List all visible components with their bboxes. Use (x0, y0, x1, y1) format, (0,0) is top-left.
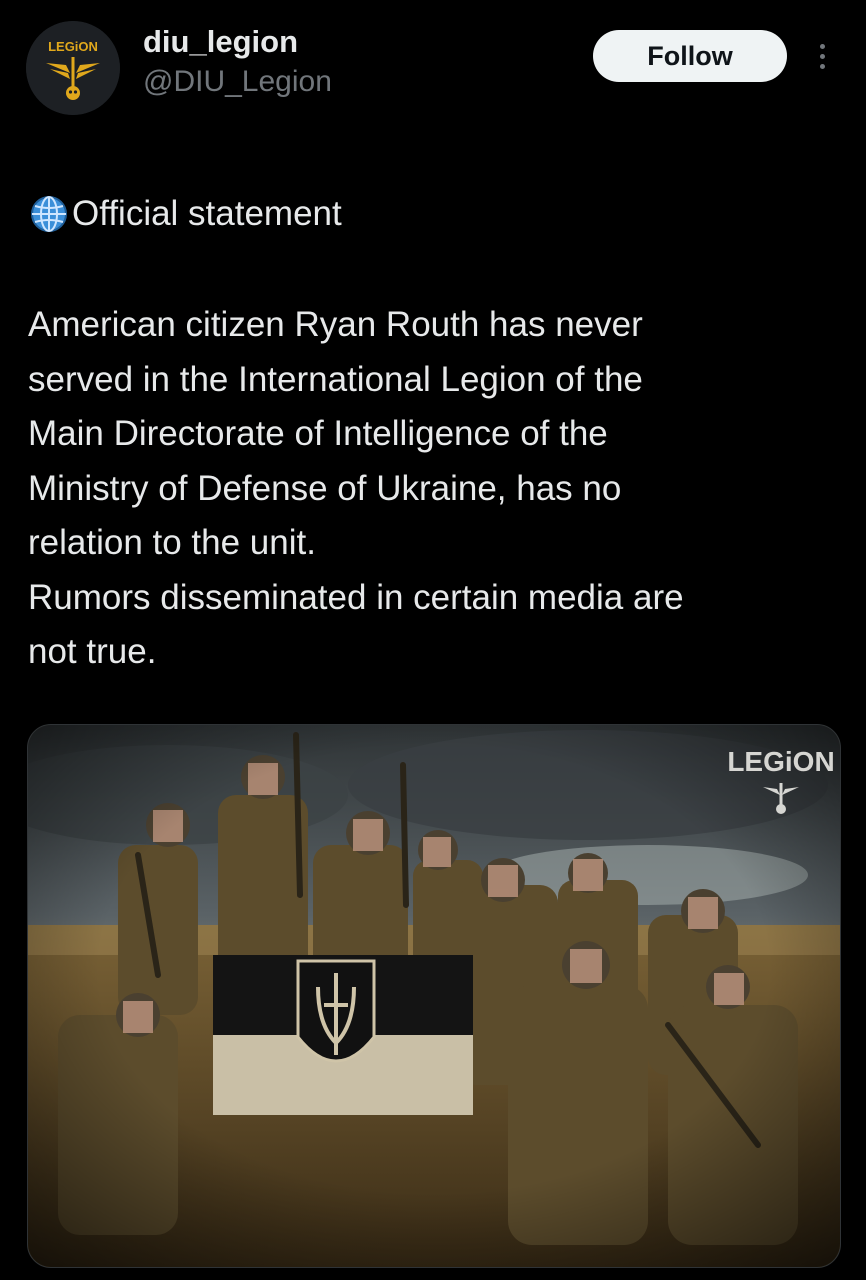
display-name[interactable]: diu_legion (143, 24, 298, 60)
globe-icon (31, 196, 67, 232)
tweet-body: American citizen Ryan Routh has never se… (28, 305, 684, 671)
avatar[interactable]: LEGiON (26, 21, 120, 115)
user-handle[interactable]: @DIU_Legion (143, 65, 332, 99)
tweet-media-image[interactable]: LEGiON (27, 724, 841, 1268)
photo-watermark-text: LEGiON (727, 746, 834, 777)
avatar-logo-text: LEGiON (48, 39, 98, 54)
tweet-view: LEGiON diu_legion @DIU_Legion Follow Off… (0, 0, 866, 1280)
tweet-header: LEGiON diu_legion @DIU_Legion Follow (0, 0, 866, 130)
statement-heading: Official statement (28, 190, 828, 238)
tweet-text: Official statement American citizen Ryan… (28, 190, 828, 680)
more-options-icon[interactable] (808, 36, 836, 76)
follow-button[interactable]: Follow (593, 30, 787, 82)
statement-title: Official statement (72, 193, 342, 233)
